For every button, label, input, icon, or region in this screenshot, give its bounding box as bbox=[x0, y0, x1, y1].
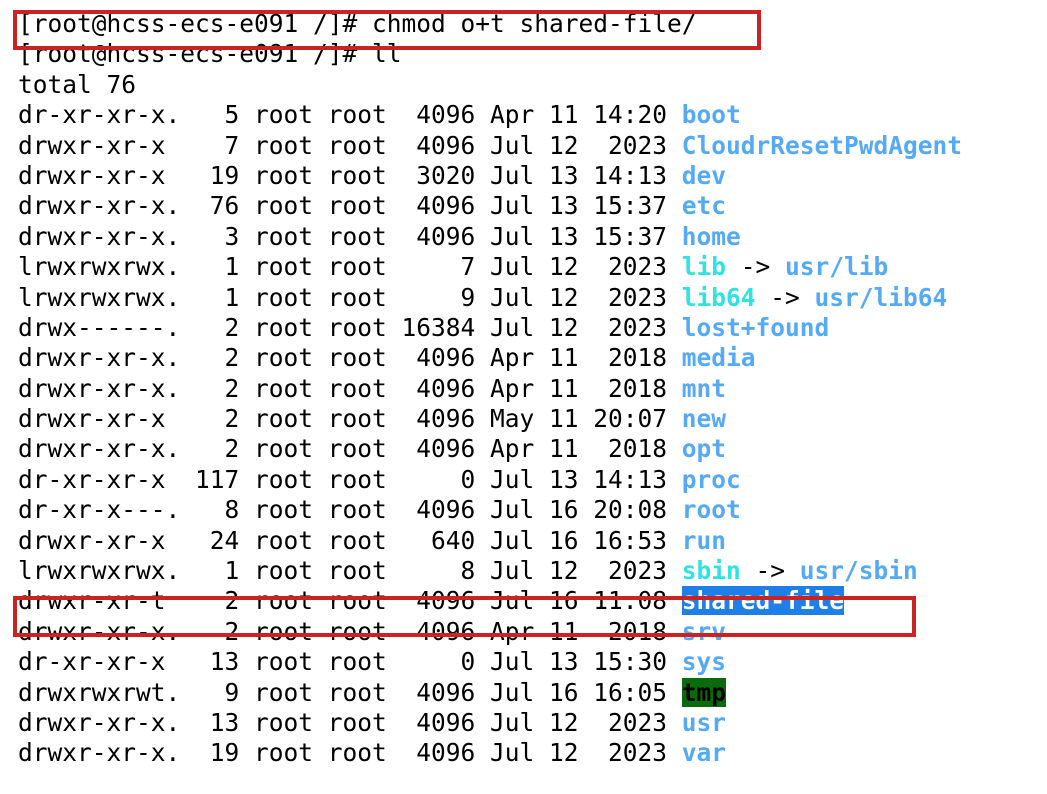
file-name[interactable]: boot bbox=[682, 100, 741, 129]
file-row-metadata: drwxr-xr-x. 2 root root 4096 Apr 11 2018 bbox=[18, 616, 682, 646]
file-name[interactable]: var bbox=[682, 738, 726, 767]
file-row-metadata: dr-xr-xr-x 117 root root 0 Jul 13 14:13 bbox=[18, 464, 682, 494]
file-row: drwx------. 2 root root 16384 Jul 12 202… bbox=[18, 313, 1047, 343]
file-row: drwxr-xr-x 2 root root 4096 May 11 20:07… bbox=[18, 404, 1047, 434]
file-row-metadata: drwxr-xr-x 2 root root 4096 May 11 20:07 bbox=[18, 404, 682, 434]
file-name[interactable]: sbin bbox=[682, 556, 741, 585]
file-name[interactable]: opt bbox=[682, 434, 726, 463]
file-row-metadata: drwxr-xr-x. 2 root root 4096 Apr 11 2018 bbox=[18, 343, 682, 373]
file-row-metadata: dr-xr-xr-x 13 root root 0 Jul 13 15:30 bbox=[18, 647, 682, 677]
file-row-metadata: drwxr-xr-x. 19 root root 4096 Jul 12 202… bbox=[18, 738, 682, 768]
file-row: drwxr-xr-x. 13 root root 4096 Jul 12 202… bbox=[18, 708, 1047, 738]
file-row-metadata: drwxr-xr-x. 3 root root 4096 Jul 13 15:3… bbox=[18, 221, 682, 251]
file-name[interactable]: srv bbox=[682, 617, 726, 646]
symlink-target[interactable]: usr/lib bbox=[785, 252, 888, 281]
file-row-metadata: dr-xr-xr-x. 5 root root 4096 Apr 11 14:2… bbox=[18, 100, 682, 130]
symlink-target[interactable]: usr/sbin bbox=[800, 556, 918, 585]
terminal-window[interactable]: [root@hcss-ecs-e091 /]# chmod o+t shared… bbox=[0, 0, 1047, 794]
file-name[interactable]: dev bbox=[682, 161, 726, 190]
file-name[interactable]: mnt bbox=[682, 374, 726, 403]
file-row: drwxr-xr-x. 2 root root 4096 Apr 11 2018… bbox=[18, 374, 1047, 404]
file-row-metadata: lrwxrwxrwx. 1 root root 9 Jul 12 2023 bbox=[18, 282, 682, 312]
file-row: dr-xr-xr-x 117 root root 0 Jul 13 14:13 … bbox=[18, 465, 1047, 495]
file-row-metadata: drwxrwxrwt. 9 root root 4096 Jul 16 16:0… bbox=[18, 677, 682, 707]
file-row-metadata: drwx------. 2 root root 16384 Jul 12 202… bbox=[18, 312, 682, 342]
file-name[interactable]: shared-file bbox=[681, 586, 845, 616]
file-name[interactable]: etc bbox=[682, 191, 726, 220]
file-row: lrwxrwxrwx. 1 root root 8 Jul 12 2023 sb… bbox=[18, 556, 1047, 586]
file-row: drwxr-xr-x. 2 root root 4096 Apr 11 2018… bbox=[18, 617, 1047, 647]
file-name[interactable]: usr bbox=[682, 708, 726, 737]
file-row-metadata: lrwxrwxrwx. 1 root root 8 Jul 12 2023 bbox=[18, 556, 682, 586]
file-row: lrwxrwxrwx. 1 root root 9 Jul 12 2023 li… bbox=[18, 283, 1047, 313]
file-name[interactable]: run bbox=[682, 526, 726, 555]
file-row-metadata: drwxr-xr-x 7 root root 4096 Jul 12 2023 bbox=[18, 130, 682, 160]
file-row: drwxr-xr-x. 2 root root 4096 Apr 11 2018… bbox=[18, 434, 1047, 464]
file-row: drwxr-xr-x. 19 root root 4096 Jul 12 202… bbox=[18, 738, 1047, 768]
file-row: drwxr-xr-x. 76 root root 4096 Jul 13 15:… bbox=[18, 191, 1047, 221]
file-row-metadata: drwxr-xr-x 19 root root 3020 Jul 13 14:1… bbox=[18, 160, 682, 190]
file-row-metadata: drwxr-xr-x. 2 root root 4096 Apr 11 2018 bbox=[18, 434, 682, 464]
file-row-metadata: drwxr-xr-x 24 root root 640 Jul 16 16:53 bbox=[18, 525, 682, 555]
file-row: drwxr-xr-t 2 root root 4096 Jul 16 11:08… bbox=[18, 586, 1047, 616]
symlink-arrow: -> bbox=[755, 282, 815, 312]
file-row-metadata: drwxr-xr-x. 76 root root 4096 Jul 13 15:… bbox=[18, 191, 682, 221]
file-row: dr-xr-x---. 8 root root 4096 Jul 16 20:0… bbox=[18, 495, 1047, 525]
file-row: drwxr-xr-x 7 root root 4096 Jul 12 2023 … bbox=[18, 131, 1047, 161]
file-name[interactable]: proc bbox=[682, 465, 741, 494]
file-name[interactable]: new bbox=[682, 404, 726, 433]
file-name[interactable]: home bbox=[682, 222, 741, 251]
file-row: dr-xr-xr-x 13 root root 0 Jul 13 15:30 s… bbox=[18, 647, 1047, 677]
file-row-metadata: drwxr-xr-t 2 root root 4096 Jul 16 11:08 bbox=[18, 586, 682, 616]
file-name[interactable]: lib64 bbox=[682, 283, 756, 312]
file-row-metadata: dr-xr-x---. 8 root root 4096 Jul 16 20:0… bbox=[18, 495, 682, 525]
symlink-target[interactable]: usr/lib64 bbox=[815, 283, 948, 312]
file-row: drwxrwxrwt. 9 root root 4096 Jul 16 16:0… bbox=[18, 677, 1047, 708]
file-row: drwxr-xr-x 24 root root 640 Jul 16 16:53… bbox=[18, 526, 1047, 556]
file-row: drwxr-xr-x. 3 root root 4096 Jul 13 15:3… bbox=[18, 222, 1047, 252]
symlink-arrow: -> bbox=[726, 252, 786, 282]
file-name[interactable]: CloudrResetPwdAgent bbox=[682, 131, 962, 160]
file-row-metadata: drwxr-xr-x. 13 root root 4096 Jul 12 202… bbox=[18, 707, 682, 737]
file-name[interactable]: lib bbox=[682, 252, 726, 281]
total-line: total 76 bbox=[18, 69, 137, 99]
file-row-metadata: lrwxrwxrwx. 1 root root 7 Jul 12 2023 bbox=[18, 252, 682, 282]
file-row-metadata: drwxr-xr-x. 2 root root 4096 Apr 11 2018 bbox=[18, 373, 682, 403]
command-line-chmod: [root@hcss-ecs-e091 /]# chmod o+t shared… bbox=[18, 9, 697, 38]
file-row: dr-xr-xr-x. 5 root root 4096 Apr 11 14:2… bbox=[18, 100, 1047, 130]
file-name[interactable]: lost+found bbox=[682, 313, 830, 342]
symlink-arrow: -> bbox=[740, 556, 800, 586]
file-name[interactable]: root bbox=[682, 495, 741, 524]
file-name[interactable]: tmp bbox=[681, 677, 727, 707]
file-name[interactable]: sys bbox=[682, 647, 726, 676]
file-row: drwxr-xr-x 19 root root 3020 Jul 13 14:1… bbox=[18, 161, 1047, 191]
file-name[interactable]: media bbox=[682, 343, 756, 372]
command-line-ll: [root@hcss-ecs-e091 /]# ll bbox=[18, 39, 402, 69]
file-listing: dr-xr-xr-x. 5 root root 4096 Apr 11 14:2… bbox=[18, 100, 1047, 769]
file-row: lrwxrwxrwx. 1 root root 7 Jul 12 2023 li… bbox=[18, 252, 1047, 282]
file-row: drwxr-xr-x. 2 root root 4096 Apr 11 2018… bbox=[18, 343, 1047, 373]
